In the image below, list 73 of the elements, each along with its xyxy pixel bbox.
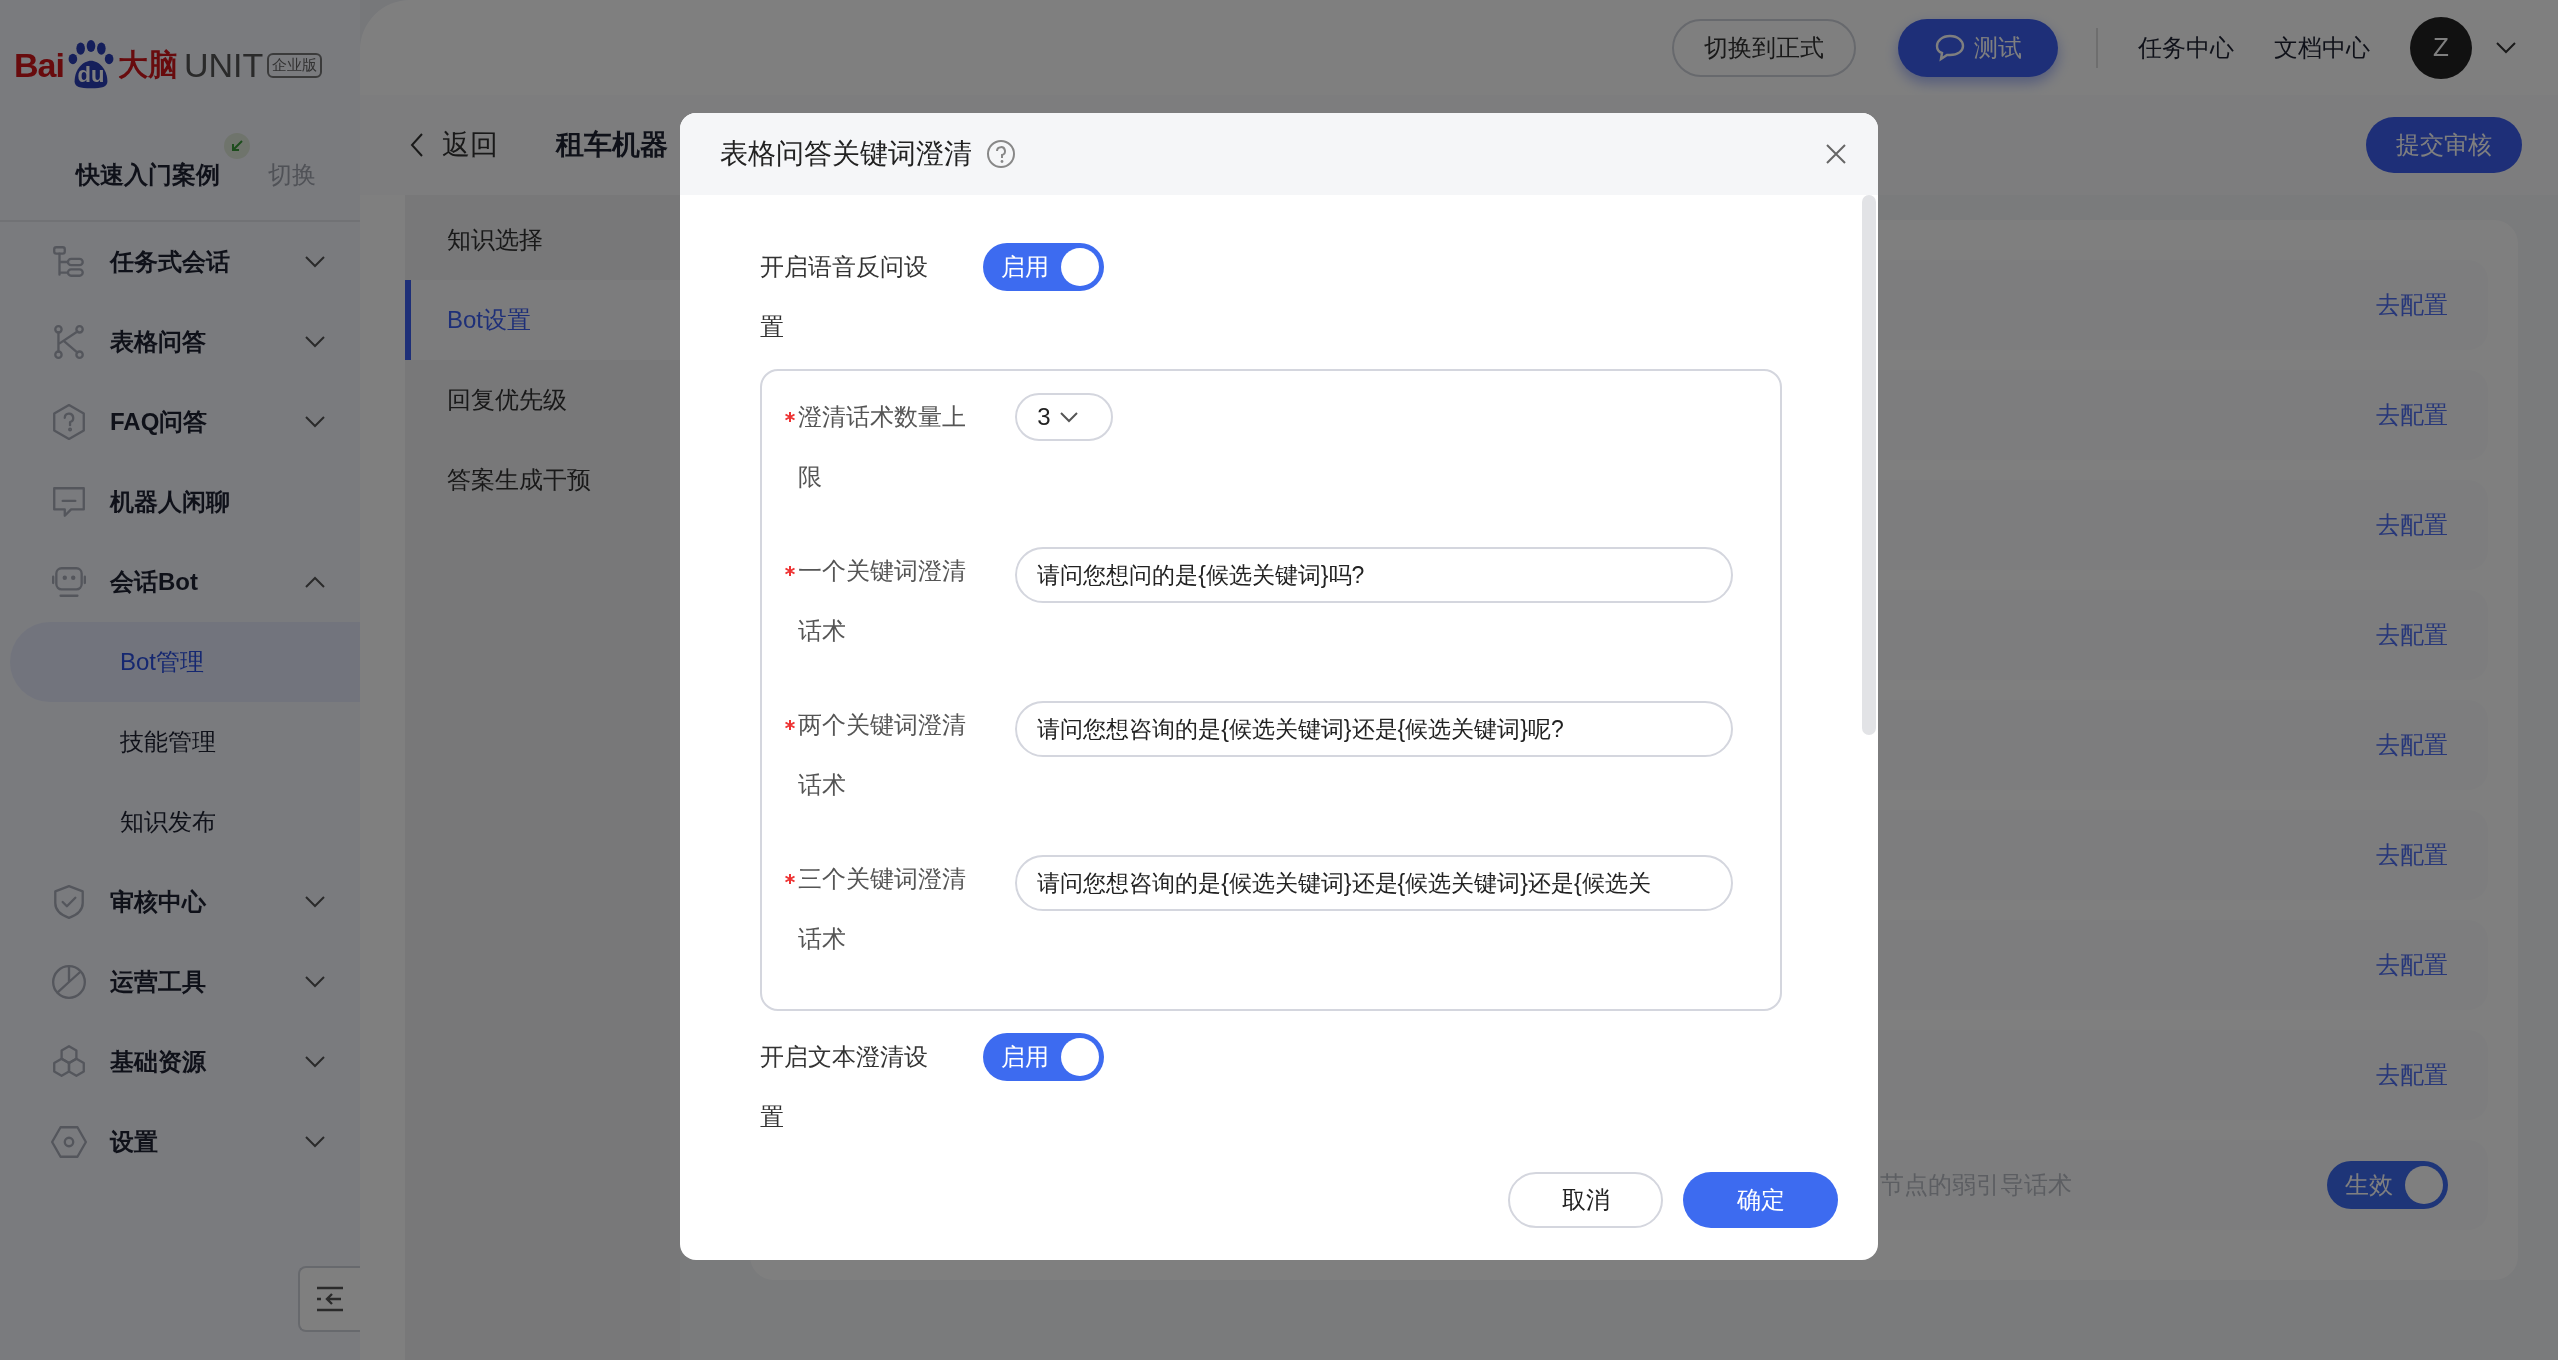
configure-link[interactable]: 去配置 (2376, 729, 2448, 761)
quick-start-link[interactable]: 快速入门案例 (76, 159, 220, 191)
input-field[interactable]: 请问您想咨询的是{候选关键词}还是{候选关键词}还是{候选关 (1015, 855, 1734, 911)
chevron-left-icon (410, 132, 424, 158)
chat-bubble-icon (1934, 32, 1966, 63)
settings-icon (50, 1123, 88, 1161)
setting-label: 开启语音反问设置 (760, 252, 929, 342)
scrollbar[interactable] (1862, 195, 1876, 735)
dialog-title: 表格问答关键词澄清 (720, 137, 972, 171)
logo-text: Bai (14, 45, 64, 85)
input-field[interactable]: 请问您想问的是{候选关键词}吗? (1015, 547, 1734, 603)
chevron-icon (304, 255, 326, 269)
sidebar-item[interactable]: 机器人闲聊 (0, 462, 360, 542)
chevron-icon (304, 1135, 326, 1149)
cancel-button[interactable]: 取消 (1508, 1172, 1663, 1228)
sidebar-item[interactable]: 会话Bot (0, 542, 360, 622)
question-icon (50, 403, 88, 441)
chevron-icon (1058, 411, 1079, 423)
toggle-switch[interactable]: 启用 (983, 1033, 1105, 1081)
close-icon[interactable] (1824, 142, 1848, 166)
field-label: 一个关键词澄清话术 (798, 556, 967, 646)
pie-chart-icon (50, 963, 88, 1001)
count-select[interactable]: 3 (1015, 393, 1114, 441)
subnav-item[interactable]: 答案生成干预 (405, 440, 680, 520)
toggle-switch[interactable]: 生效 (2327, 1161, 2448, 1209)
chevron-icon (304, 975, 326, 989)
confirm-button[interactable]: 确定 (1683, 1172, 1838, 1228)
toggle-switch[interactable]: 启用 (983, 243, 1105, 291)
collapse-button[interactable] (298, 1266, 360, 1332)
field-label: 澄清话术数量上限 (798, 402, 967, 492)
configure-link[interactable]: 去配置 (2376, 619, 2448, 651)
configure-link[interactable]: 去配置 (2376, 509, 2448, 541)
sidebar-item[interactable]: 设置 (0, 1102, 360, 1182)
sidebar-item[interactable]: FAQ问答 (0, 382, 360, 462)
chevron-icon (304, 335, 326, 349)
subnav-item[interactable]: Bot设置 (405, 280, 680, 360)
sidebar-item[interactable]: 基础资源 (0, 1022, 360, 1102)
page-title: 租车机器 (556, 128, 668, 162)
help-icon[interactable] (986, 139, 1016, 169)
configure-link[interactable]: 去配置 (2376, 949, 2448, 981)
edition-badge: 企业版 (267, 52, 323, 78)
header-link[interactable]: 任务中心 (2138, 31, 2234, 64)
user-avatar[interactable]: Z (2410, 16, 2472, 79)
chevron-icon (304, 1055, 326, 1069)
test-button[interactable]: 测试 (1898, 18, 2058, 77)
product-name: UNIT (183, 45, 264, 85)
chevron-icon (304, 415, 326, 429)
sidebar-subitem[interactable]: 知识发布 (10, 782, 360, 862)
chevron-icon (304, 575, 326, 589)
sidebar-item[interactable]: 审核中心 (0, 862, 360, 942)
chevron-icon (304, 895, 326, 909)
sidebar-subitem[interactable]: Bot管理 (10, 622, 360, 702)
configure-link[interactable]: 去配置 (2376, 399, 2448, 431)
field-label: 三个关键词澄清话术 (798, 864, 967, 954)
submit-button[interactable]: 提交审核 (2366, 117, 2522, 173)
back-link[interactable]: 返回 (410, 126, 498, 164)
subnav-item[interactable]: 回复优先级 (405, 360, 680, 440)
sidebar-item[interactable]: 任务式会话 (0, 222, 360, 302)
subnav-item[interactable]: 知识选择 (405, 200, 680, 280)
configure-link[interactable]: 去配置 (2376, 839, 2448, 871)
header-link[interactable]: 文档中心 (2274, 31, 2370, 64)
switch-button[interactable]: 切换到正式 (1672, 18, 1856, 77)
input-field[interactable]: 请问您想咨询的是{候选关键词}还是{候选关键词}呢? (1015, 701, 1734, 757)
logo-text: 大脑 (117, 46, 178, 83)
sidebar-item[interactable]: 表格问答 (0, 302, 360, 382)
configure-link[interactable]: 去配置 (2376, 289, 2448, 321)
chevron-icon (2494, 40, 2518, 55)
configure-link[interactable]: 去配置 (2376, 1059, 2448, 1091)
setting-label: 开启文本澄清设置 (760, 1042, 929, 1132)
sidebar-item[interactable]: 运营工具 (0, 942, 360, 1022)
collapse-icon (315, 1285, 345, 1313)
field-label: 两个关键词澄清话术 (798, 710, 967, 800)
sidebar-subitem[interactable]: 技能管理 (10, 702, 360, 782)
